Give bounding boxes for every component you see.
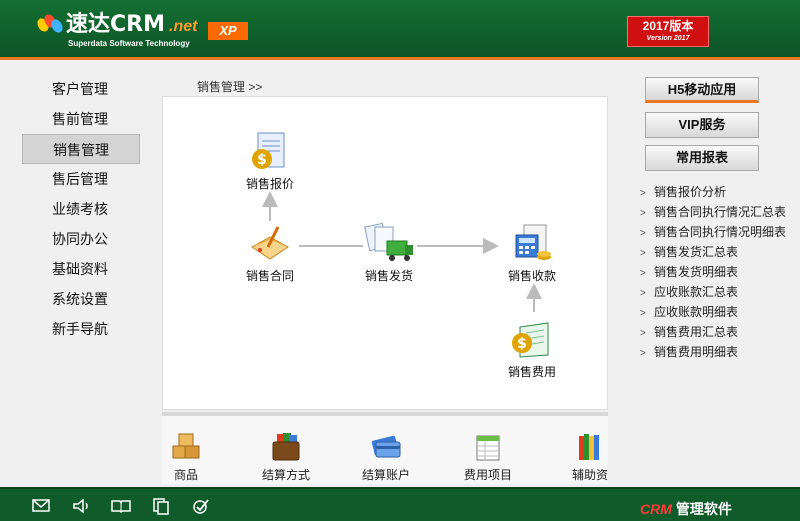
- nav-item-performance[interactable]: 业绩考核: [22, 194, 140, 224]
- nav-item-sales[interactable]: 销售管理: [22, 134, 140, 164]
- sales-flow-panel: $ 销售报价 销售合同 销售发货 销售收款 $ 销售费用: [162, 96, 608, 410]
- report-link-label: 销售费用明细表: [654, 345, 739, 359]
- logo-leaves-icon: [35, 12, 65, 38]
- chevron-right-icon: >: [640, 228, 646, 239]
- tool-expense-items[interactable]: 费用项目: [448, 430, 528, 483]
- flow-label-quote: 销售报价: [245, 177, 294, 191]
- mobile-app-button[interactable]: H5移动应用: [645, 77, 759, 103]
- report-link-label: 应收账款汇总表: [654, 285, 739, 299]
- book-icon[interactable]: [110, 496, 132, 516]
- version-subtitle: Version 2017: [646, 35, 690, 42]
- footer-brand: CRM 管理软件: [640, 499, 732, 519]
- report-link-label: 销售费用汇总表: [654, 325, 739, 339]
- flow-label-delivery: 销售发货: [364, 269, 413, 283]
- tool-label-settlement-method: 结算方式: [261, 468, 310, 482]
- flow-label-contract: 销售合同: [245, 269, 294, 283]
- tool-label-expense-items: 费用项目: [463, 468, 512, 482]
- tool-settlement-account[interactable]: 结算账户: [346, 430, 426, 483]
- nav-item-presales[interactable]: 售前管理: [22, 104, 140, 134]
- calculator-money-icon: [510, 221, 554, 265]
- version-badge: 2017版本 Version 2017: [627, 16, 709, 47]
- tool-label-auxiliary: 辅助资: [571, 468, 608, 482]
- chevron-right-icon: >: [640, 288, 646, 299]
- footer-toolbar: [30, 496, 212, 516]
- flow-node-quote[interactable]: $ 销售报价: [230, 129, 310, 192]
- report-link[interactable]: > 销售发货汇总表: [640, 242, 786, 262]
- copy-icon[interactable]: [150, 496, 172, 516]
- footer-brand-text: 管理软件: [675, 501, 732, 517]
- report-link[interactable]: > 应收账款明细表: [640, 302, 786, 322]
- expense-items-icon: [471, 430, 505, 464]
- check-icon[interactable]: [190, 496, 212, 516]
- footer-brand-crm: CRM: [640, 501, 672, 517]
- report-link-label: 销售合同执行情况汇总表: [654, 205, 787, 219]
- chevron-right-icon: >: [640, 188, 646, 199]
- flow-node-delivery[interactable]: 销售发货: [349, 221, 429, 284]
- flow-node-receipt[interactable]: 销售收款: [492, 221, 572, 284]
- flow-node-expense[interactable]: $ 销售费用: [492, 317, 572, 380]
- quote-document-icon: $: [248, 129, 292, 173]
- nav-item-customer[interactable]: 客户管理: [22, 74, 140, 104]
- vip-service-button[interactable]: VIP服务: [645, 112, 759, 138]
- speaker-icon[interactable]: [70, 496, 92, 516]
- app-header: 速达 CRM .net Superdata Software Technolog…: [0, 0, 800, 60]
- report-link-label: 应收账款明细表: [654, 305, 739, 319]
- tool-label-settlement-account: 结算账户: [361, 468, 410, 482]
- nav-item-guide[interactable]: 新手导航: [22, 314, 140, 344]
- delivery-truck-icon: [364, 221, 413, 265]
- left-nav: 客户管理 售前管理 销售管理 售后管理 业绩考核 协同办公 基础资料 系统设置 …: [22, 74, 140, 344]
- version-title: 2017版本: [642, 19, 694, 33]
- report-link-label: 销售合同执行情况明细表: [654, 225, 787, 239]
- logo-subtitle: Superdata Software Technology: [68, 39, 190, 48]
- logo-cn-text: 速达: [66, 12, 111, 37]
- nav-item-collaboration[interactable]: 协同办公: [22, 224, 140, 254]
- tool-goods[interactable]: 商品: [162, 430, 226, 483]
- report-link-label: 销售发货汇总表: [654, 245, 739, 259]
- report-link[interactable]: > 销售合同执行情况明细表: [640, 222, 786, 242]
- report-link-label: 销售发货明细表: [654, 265, 739, 279]
- tool-settlement-method[interactable]: 结算方式: [246, 430, 326, 483]
- nav-item-aftersales[interactable]: 售后管理: [22, 164, 140, 194]
- report-link[interactable]: > 销售费用明细表: [640, 342, 786, 362]
- flow-label-receipt: 销售收款: [507, 269, 556, 283]
- chevron-right-icon: >: [640, 348, 646, 359]
- report-link[interactable]: > 销售发货明细表: [640, 262, 786, 282]
- nav-item-basic-data[interactable]: 基础资料: [22, 254, 140, 284]
- chevron-right-icon: >: [640, 308, 646, 319]
- basic-data-toolbar: 商品 结算方式 结算账户 费用项目 辅助资: [162, 412, 608, 484]
- tool-label-goods: 商品: [173, 468, 198, 482]
- flow-label-expense: 销售费用: [507, 365, 556, 379]
- expense-book-icon: $: [510, 317, 554, 361]
- report-link[interactable]: > 应收账款汇总表: [640, 282, 786, 302]
- report-link[interactable]: > 销售报价分析: [640, 182, 786, 202]
- chevron-right-icon: >: [640, 208, 646, 219]
- app-logo: 速达 CRM .net Superdata Software Technolog…: [35, 12, 198, 52]
- report-link-label: 销售报价分析: [654, 185, 727, 199]
- logo-crm-text: CRM: [110, 12, 165, 37]
- svg-text:$: $: [517, 336, 527, 352]
- report-link[interactable]: > 销售合同执行情况汇总表: [640, 202, 786, 222]
- logo-net-text: .net: [169, 18, 198, 35]
- boxes-icon: [169, 430, 203, 464]
- bank-card-icon: [369, 430, 403, 464]
- nav-item-settings[interactable]: 系统设置: [22, 284, 140, 314]
- report-link[interactable]: > 销售费用汇总表: [640, 322, 786, 342]
- xp-badge: XP: [208, 22, 248, 40]
- breadcrumb: 销售管理 >>: [197, 80, 263, 94]
- app-footer: CRM 管理软件: [0, 487, 800, 521]
- svg-text:$: $: [257, 152, 267, 168]
- report-link-list: > 销售报价分析 > 销售合同执行情况汇总表 > 销售合同执行情况明细表 > 销售发货汇…: [640, 182, 786, 362]
- mail-icon[interactable]: [30, 496, 52, 516]
- common-reports-button[interactable]: 常用报表: [645, 145, 759, 171]
- wallet-icon: [269, 430, 303, 464]
- books-icon: [573, 430, 607, 464]
- chevron-right-icon: >: [640, 268, 646, 279]
- flow-node-contract[interactable]: 销售合同: [230, 221, 310, 284]
- contract-icon: [248, 221, 292, 265]
- chevron-right-icon: >: [640, 328, 646, 339]
- chevron-right-icon: >: [640, 248, 646, 259]
- tool-auxiliary[interactable]: 辅助资: [550, 430, 608, 483]
